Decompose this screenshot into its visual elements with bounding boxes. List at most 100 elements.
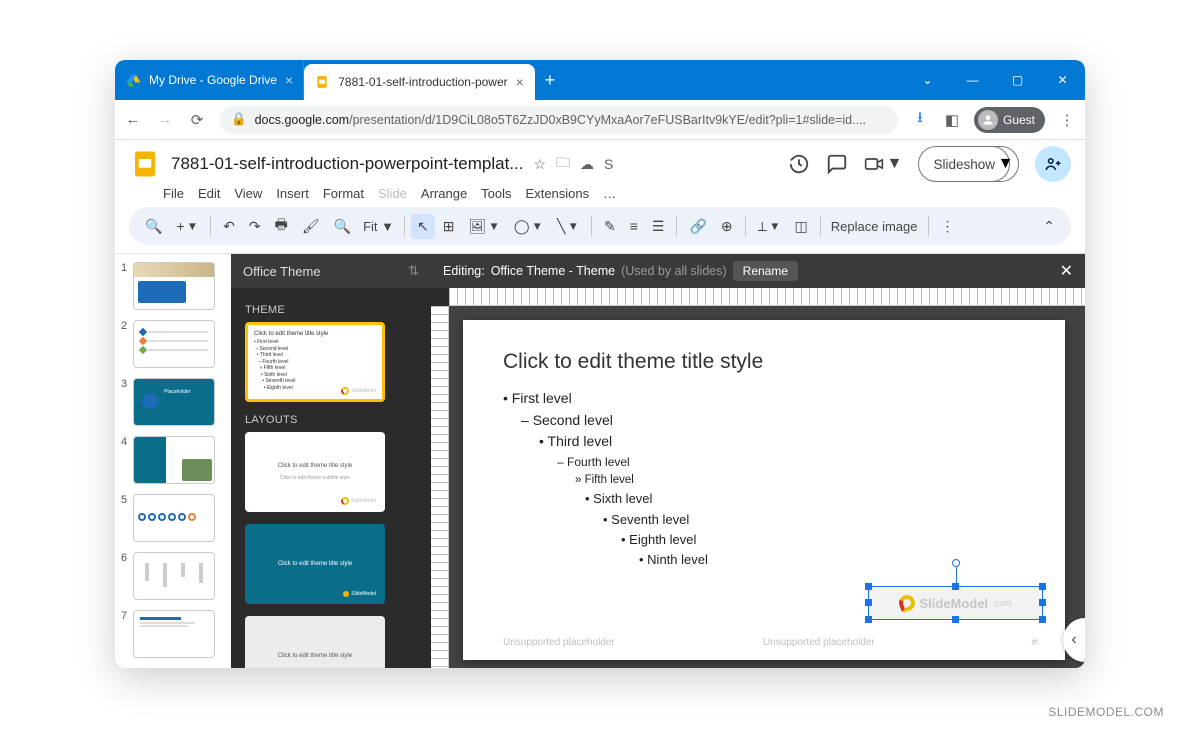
close-icon[interactable]: ✕ bbox=[1060, 261, 1073, 281]
page-number-placeholder[interactable]: # bbox=[1031, 637, 1037, 648]
comment-icon[interactable] bbox=[826, 153, 848, 175]
tab-title: My Drive - Google Drive bbox=[149, 73, 277, 87]
zoom-select[interactable]: Fit ▼ bbox=[359, 219, 398, 234]
slides-logo[interactable] bbox=[129, 148, 161, 180]
cursor-icon[interactable]: ↖ bbox=[411, 214, 435, 239]
menu-file[interactable]: File bbox=[163, 186, 184, 201]
crop-icon[interactable]: ⟂▼ bbox=[752, 214, 787, 239]
close-icon[interactable]: × bbox=[516, 74, 524, 90]
replace-image-button[interactable]: Replace image bbox=[827, 219, 922, 234]
list-icon[interactable]: ☰ bbox=[646, 214, 671, 239]
slide-canvas[interactable]: Click to edit theme title style First le… bbox=[463, 320, 1065, 660]
sort-icon[interactable]: ⇅ bbox=[408, 263, 419, 279]
address-bar[interactable]: 🔒 docs.google.com/presentation/d/1D9CiL0… bbox=[219, 106, 898, 134]
slide-thumb[interactable] bbox=[133, 436, 215, 484]
browser-window: My Drive - Google Drive × 7881-01-self-i… bbox=[115, 60, 1085, 668]
tab-slides[interactable]: 7881-01-self-introduction-power × bbox=[304, 64, 535, 100]
kebab-menu-icon[interactable]: ⋮ bbox=[1057, 111, 1077, 129]
menu-format[interactable]: Format bbox=[323, 186, 364, 201]
body-placeholder[interactable]: First level Second level Third level Fou… bbox=[503, 388, 1025, 570]
forward-button[interactable]: → bbox=[155, 111, 175, 128]
theme-panel-header: Office Theme ⇅ bbox=[231, 254, 431, 288]
editor-panel: Editing: Office Theme - Theme (Used by a… bbox=[431, 254, 1085, 668]
horizontal-ruler bbox=[449, 288, 1085, 306]
tab-drive[interactable]: My Drive - Google Drive × bbox=[115, 60, 304, 100]
editor-header: Editing: Office Theme - Theme (Used by a… bbox=[431, 254, 1085, 288]
collapse-up-icon[interactable]: ⌃ bbox=[1037, 214, 1061, 239]
content: 1 2 3Placeholder 4 5 6 7 Office Theme ⇅ … bbox=[115, 253, 1085, 668]
url-bar: ← → ⟳ 🔒 docs.google.com/presentation/d/1… bbox=[115, 100, 1085, 140]
selected-image[interactable]: SlideModel.com bbox=[868, 586, 1043, 620]
image-icon[interactable]: 🖼▼ bbox=[462, 214, 505, 239]
search-icon[interactable]: 🔍 bbox=[139, 214, 168, 239]
menu-tools[interactable]: Tools bbox=[481, 186, 511, 201]
new-slide-button[interactable]: +▼ bbox=[170, 214, 204, 238]
menu-slide: Slide bbox=[378, 186, 407, 201]
menu-arrange[interactable]: Arrange bbox=[421, 186, 467, 201]
print-button[interactable]: 🖶 bbox=[269, 210, 294, 242]
download-icon[interactable]: ⭳ bbox=[910, 107, 930, 132]
close-button[interactable]: ✕ bbox=[1040, 60, 1085, 100]
share-button[interactable] bbox=[1035, 146, 1071, 182]
close-icon[interactable]: × bbox=[285, 72, 293, 88]
comment-add-icon[interactable]: ⊕ bbox=[715, 214, 739, 239]
layout-thumb[interactable]: Click to edit theme title style bbox=[245, 616, 385, 668]
back-button[interactable]: ← bbox=[123, 111, 143, 128]
slide-thumb[interactable]: Placeholder bbox=[133, 378, 215, 426]
profile-button[interactable]: Guest bbox=[974, 107, 1045, 133]
line-icon[interactable]: ╲▼ bbox=[551, 214, 585, 239]
cloud-icon[interactable]: ☁ bbox=[580, 156, 594, 173]
maximize-button[interactable]: ▢ bbox=[995, 60, 1040, 100]
chevron-down-icon[interactable]: ⌄ bbox=[905, 60, 950, 100]
footer-placeholder[interactable]: Unsupported placeholder bbox=[503, 637, 615, 648]
slideshow-dropdown[interactable]: ▼ bbox=[993, 146, 1019, 182]
undo-button[interactable]: ↶ bbox=[217, 214, 241, 239]
window-controls: ⌄ — ▢ ✕ bbox=[905, 60, 1085, 100]
panel-icon[interactable]: ◧ bbox=[942, 111, 962, 129]
toolbar: 🔍 +▼ ↶ ↷ 🖶 🖌 🔍 Fit ▼ ↖ ⊞ 🖼▼ ◯▼ ╲▼ ✎ ≡ ☰ … bbox=[129, 207, 1071, 245]
menu-insert[interactable]: Insert bbox=[276, 186, 309, 201]
redo-button[interactable]: ↷ bbox=[243, 214, 267, 239]
person-icon bbox=[978, 110, 998, 130]
theme-master-thumb[interactable]: Click to edit theme title style • First … bbox=[245, 322, 385, 402]
menu-edit[interactable]: Edit bbox=[198, 186, 220, 201]
logo-text: SlideModel bbox=[919, 596, 988, 611]
zoom-icon[interactable]: 🔍 bbox=[328, 214, 357, 239]
textbox-icon[interactable]: ⊞ bbox=[437, 214, 461, 239]
paint-format-button[interactable]: 🖌 bbox=[296, 214, 326, 239]
video-icon[interactable]: ▼ bbox=[864, 154, 903, 174]
history-icon[interactable] bbox=[788, 153, 810, 175]
menu-extensions[interactable]: Extensions bbox=[526, 186, 590, 201]
shape-icon[interactable]: ◯▼ bbox=[508, 214, 549, 239]
align-icon[interactable]: ≡ bbox=[624, 214, 644, 238]
rename-button[interactable]: Rename bbox=[733, 261, 798, 281]
menu-more[interactable]: … bbox=[603, 186, 616, 201]
footer-placeholder[interactable]: Unsupported placeholder bbox=[763, 637, 875, 648]
slide-thumb[interactable] bbox=[133, 552, 215, 600]
star-icon[interactable]: ☆ bbox=[533, 156, 546, 173]
more-icon[interactable]: ⋮ bbox=[935, 214, 961, 239]
slide-panel[interactable]: 1 2 3Placeholder 4 5 6 7 bbox=[115, 254, 231, 668]
page-watermark: SLIDEMODEL.COM bbox=[1048, 705, 1164, 719]
new-tab-button[interactable]: + bbox=[535, 60, 565, 100]
slide-thumb[interactable] bbox=[133, 320, 215, 368]
move-icon[interactable]: 🗀 bbox=[556, 152, 570, 176]
pen-icon[interactable]: ✎ bbox=[598, 214, 622, 239]
document-title[interactable]: 7881-01-self-introduction-powerpoint-tem… bbox=[171, 154, 523, 174]
layout-thumb[interactable]: Click to edit theme title style SlideMod… bbox=[245, 524, 385, 604]
slide-thumb[interactable] bbox=[133, 610, 215, 658]
reload-button[interactable]: ⟳ bbox=[187, 111, 207, 129]
canvas-area[interactable]: Click to edit theme title style First le… bbox=[449, 306, 1085, 668]
menu-view[interactable]: View bbox=[234, 186, 262, 201]
layout-thumb[interactable]: Click to edit theme title style Click to… bbox=[245, 432, 385, 512]
s-badge: S bbox=[604, 156, 613, 172]
link-icon[interactable]: 🔗 bbox=[683, 214, 712, 239]
slide-thumb[interactable] bbox=[133, 262, 215, 310]
mask-icon[interactable]: ◫ bbox=[789, 214, 814, 239]
drive-icon bbox=[125, 72, 141, 88]
menu-bar: File Edit View Insert Format Slide Arran… bbox=[115, 184, 1085, 207]
slide-title-placeholder[interactable]: Click to edit theme title style bbox=[503, 350, 1025, 374]
minimize-button[interactable]: — bbox=[950, 60, 995, 100]
tab-title: 7881-01-self-introduction-power bbox=[338, 75, 507, 89]
slide-thumb[interactable] bbox=[133, 494, 215, 542]
